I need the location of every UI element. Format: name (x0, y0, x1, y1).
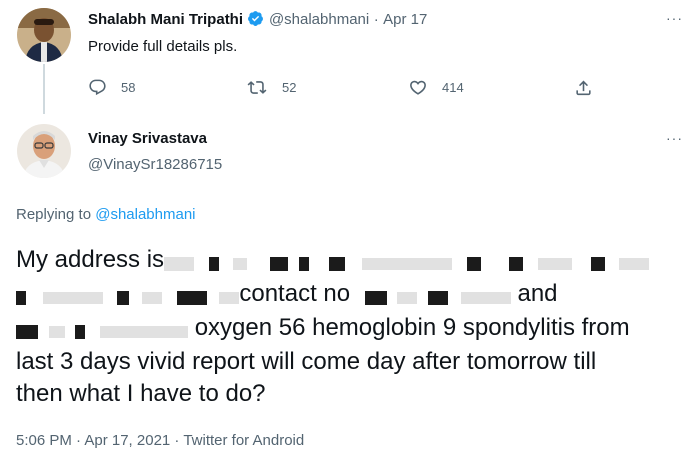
reply-action[interactable]: 58 (88, 78, 135, 97)
tweet-date[interactable]: Apr 17 (383, 11, 427, 28)
redaction (16, 281, 240, 313)
more-options-icon[interactable]: ··· (666, 10, 683, 26)
replying-mention-link[interactable]: @shalabhmani (95, 206, 195, 223)
redaction (164, 247, 650, 279)
heart-icon (410, 80, 426, 95)
avatar-vinay[interactable] (17, 124, 71, 178)
body-line-3: oxygen 56 hemoglobin 9 spondylitis from (16, 312, 630, 347)
reply-count: 58 (121, 80, 136, 95)
parent-tweet-header: Shalabh Mani Tripathi @shalabhmani · Apr… (88, 10, 427, 29)
retweet-icon (247, 81, 267, 94)
avatar-shalabh[interactable] (17, 8, 71, 62)
retweet-action[interactable]: 52 (246, 78, 296, 97)
reply-author-handle[interactable]: @VinaySr18286715 (88, 156, 222, 173)
author-name[interactable]: Shalabh Mani Tripathi (88, 11, 243, 28)
more-options-icon[interactable]: ··· (666, 130, 683, 146)
body-text: contact no (239, 280, 351, 307)
share-action[interactable] (574, 78, 593, 98)
like-count: 414 (442, 80, 464, 95)
tweet-timestamp[interactable]: 5:06 PM · Apr 17, 2021 · Twitter for And… (16, 432, 304, 449)
redaction (16, 315, 189, 347)
replying-prefix: Replying to (16, 206, 92, 223)
body-line-4: last 3 days vivid report will come day a… (16, 348, 597, 375)
body-text: and (517, 280, 558, 307)
share-icon (576, 80, 591, 96)
verified-badge-icon (248, 11, 264, 26)
redaction (357, 281, 511, 313)
body-text: My address is (16, 246, 165, 273)
thread-line (43, 64, 45, 114)
avatar-image (17, 124, 71, 178)
body-text: oxygen 56 hemoglobin 9 spondylitis from (194, 314, 630, 341)
body-line-5: then what I have to do? (16, 380, 266, 407)
parent-tweet-text: Provide full details pls. (88, 38, 238, 55)
body-line-1: My address is (16, 244, 650, 279)
reply-icon (89, 79, 106, 96)
avatar-image (17, 8, 71, 62)
body-line-2: contact no and (16, 278, 558, 313)
author-handle[interactable]: @shalabhmani (269, 11, 369, 28)
retweet-count: 52 (282, 80, 297, 95)
separator-dot: · (373, 11, 379, 28)
reply-author-name[interactable]: Vinay Srivastava (88, 130, 207, 147)
replying-to: Replying to @shalabhmani (16, 206, 196, 223)
like-action[interactable]: 414 (408, 78, 464, 97)
